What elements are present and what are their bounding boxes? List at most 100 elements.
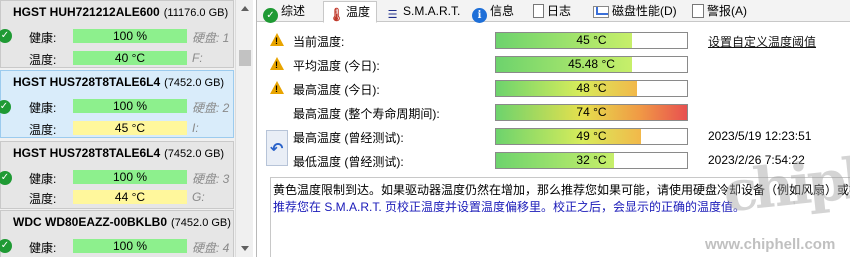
alert-document-icon [692,4,704,18]
warning-icon: ! [270,33,284,46]
set-custom-threshold-link[interactable]: 设置自定义温度阈值 [708,33,816,50]
reset-temperature-button[interactable]: ↶ [266,130,288,166]
thermometer-icon: 🌡 [328,7,345,22]
tab-label: 综述 [281,4,306,18]
temp-bar: 45 °C [73,121,187,135]
health-bar: 100 % [73,29,187,43]
temp-bar: 40 °C [73,51,187,65]
disk-temp-row: 温度: 40 °C F: [1,50,235,67]
disk-header: HGST HUS728T8TALE6L4 (7452.0 GB) [13,75,224,89]
disk-card-3[interactable]: HGST HUS728T8TALE6L4 (7452.0 GB) ✓ 健康: 10… [0,141,234,209]
watermark-url: www.chiphell.com [705,236,836,253]
tab-label: 警报(A) [707,4,747,18]
temp-value: 32 °C [576,153,607,167]
tab-label: 温度 [346,5,371,19]
temp-value: 74 °C [576,105,607,119]
ok-check-icon: ✓ [0,239,12,253]
drive-letter: F: [192,51,203,65]
disk-name: HGST HUS728T8TALE6L4 [13,75,161,89]
ok-check-icon: ✓ [0,171,12,185]
detail-panel: ✓ 综述 🌡温度 ☰ S.M.A.R.T. i 信息 日志 磁盘性能(D) 警报(A)… [256,0,850,257]
warning-icon: ! [270,57,284,70]
disk-header: WDC WD80EAZZ-00BKLB0 (7452.0 GB) [13,215,231,229]
temp-value-bar: 32 °C [495,152,688,169]
health-label: 健康: [29,172,57,186]
tab-overview[interactable]: ✓ 综述 [263,1,306,23]
temp-value-bar: 49 °C [495,128,688,145]
tab-label: 磁盘性能(D) [612,4,677,18]
disk-card-4[interactable]: WDC WD80EAZZ-00BKLB0 (7452.0 GB) ✓ 健康: 10… [0,210,234,257]
tab-temperature[interactable]: 🌡温度 [323,1,378,23]
disk-list: HGST HUH721212ALE600 (11176.0 GB) ✓ 健康: 1… [0,0,253,257]
disk-health-row: 健康: 100 % 硬盘: 2 [1,98,235,115]
temp-bar: 44 °C [73,190,187,204]
drive-letter: G: [192,190,205,204]
scroll-up-icon[interactable] [241,6,249,11]
temp-row-label: 最高温度 (整个寿命周期间): [293,107,440,121]
temp-row-label: 当前温度: [293,35,345,49]
disk-header: HGST HUH721212ALE600 (11176.0 GB) [13,5,228,19]
tab-alerts[interactable]: 警报(A) [692,1,747,22]
disk-health-row: ✓ 健康: 100 % 硬盘: 3 [0,169,235,186]
health-bar: 100 % [73,239,187,253]
temp-value-bar: 74 °C [495,104,688,121]
disk-header: HGST HUS728T8TALE6L4 (7452.0 GB) [13,146,224,160]
temp-row-max-lifetime: 最高温度 (整个寿命周期间): 74 °C [257,102,850,122]
disk-card-1[interactable]: HGST HUH721212ALE600 (11176.0 GB) ✓ 健康: 1… [0,0,234,68]
info-icon: i [472,8,487,23]
temp-label: 温度: [29,53,57,67]
disk-health-row: ✓ 健康: 100 % 硬盘: 4 [0,238,235,255]
temp-row-current: ! 当前温度: 45 °C 设置自定义温度阈值 [257,30,850,50]
tab-info[interactable]: i 信息 [472,1,515,23]
disk-health-row: ✓ 健康: 100 % 硬盘: 1 [0,28,235,45]
temp-row-label: 最高温度 (曾经测试): [293,131,404,145]
chart-icon [593,6,609,18]
temp-value-bar: 45 °C [495,32,688,49]
tab-label: S.M.A.R.T. [403,4,461,18]
disk-name: HGST HUS728T8TALE6L4 [13,146,161,160]
disk-capacity: (7452.0 GB) [164,77,225,89]
disk-number: 硬盘: 3 [192,172,230,186]
temp-label: 温度: [29,123,57,137]
health-bar: 100 % [73,170,187,184]
disk-card-2[interactable]: HGST HUS728T8TALE6L4 (7452.0 GB) 健康: 100 … [0,70,234,138]
drive-letter: I: [192,121,199,135]
tab-label: 信息 [490,4,515,18]
scroll-thumb[interactable] [239,50,251,66]
message-line: 推荐您在 S.M.A.R.T. 页校正温度并设置温度偏移里。校正之后，会显示的正… [273,200,746,214]
disk-capacity: (7452.0 GB) [171,217,231,229]
health-label: 健康: [29,101,57,115]
temp-value: 45 °C [576,33,607,47]
temp-row-label: 最高温度 (今日): [293,83,380,97]
temp-row-max-today: ! 最高温度 (今日): 48 °C [257,78,850,98]
disk-temp-row: 温度: 45 °C I: [1,120,235,137]
health-label: 健康: [29,241,57,255]
temp-value-bar: 45.48 °C [495,56,688,73]
tab-log[interactable]: 日志 [533,1,571,22]
tab-label: 日志 [547,4,572,18]
disk-number: 硬盘: 4 [192,241,230,255]
temp-value: 49 °C [576,129,607,143]
disk-temp-row: 温度: 44 °C G: [1,189,235,206]
undo-arrow-icon: ↶ [270,141,284,158]
temp-label: 温度: [29,192,57,206]
temp-row-label: 平均温度 (今日): [293,59,380,73]
watermark-logo: chiphell [720,136,850,226]
disk-name: WDC WD80EAZZ-00BKLB0 [13,215,168,229]
health-bar: 100 % [73,99,187,113]
tab-bar: ✓ 综述 🌡温度 ☰ S.M.A.R.T. i 信息 日志 磁盘性能(D) 警报(A) [257,0,850,23]
check-circle-icon: ✓ [263,8,278,23]
temp-value-bar: 48 °C [495,80,688,97]
chiphell-watermark: chiphell www.chiphell.com [705,137,850,257]
health-label: 健康: [29,31,57,45]
tab-smart[interactable]: ☰ S.M.A.R.T. [385,1,461,22]
tab-disk-performance[interactable]: 磁盘性能(D) [593,1,677,22]
disk-list-scrollbar[interactable] [235,0,253,257]
disk-capacity: (7452.0 GB) [164,148,225,160]
temp-value: 45.48 °C [568,57,615,71]
scroll-down-icon[interactable] [241,246,249,251]
disk-name: HGST HUH721212ALE600 [13,5,160,19]
ok-check-icon: ✓ [0,29,12,43]
document-icon [533,4,544,18]
temp-row-label: 最低温度 (曾经测试): [293,155,404,169]
